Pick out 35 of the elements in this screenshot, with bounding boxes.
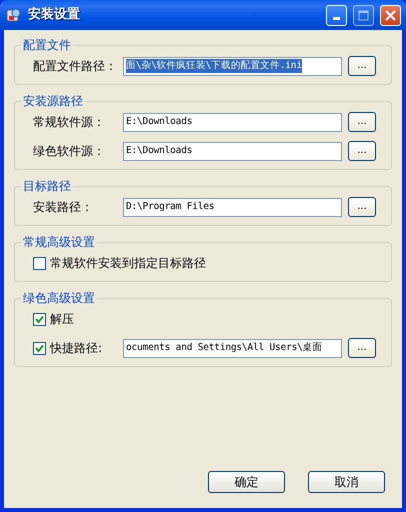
group-title: 常规高级设置 bbox=[21, 235, 97, 249]
path-field[interactable]: D:\Program Files bbox=[123, 198, 342, 216]
checkbox-label: 常规软件安装到指定目标路径 bbox=[50, 255, 206, 272]
app-icon bbox=[6, 7, 22, 23]
checkbox-label: 快捷路径: bbox=[50, 340, 104, 357]
path-field[interactable]: E:\Downloads bbox=[123, 142, 342, 160]
group-title: 安装源路径 bbox=[21, 94, 85, 108]
close-button[interactable] bbox=[380, 4, 401, 26]
minimize-button[interactable] bbox=[326, 4, 347, 26]
browse-button[interactable]: ... bbox=[348, 112, 376, 132]
maximize-button[interactable] bbox=[353, 4, 374, 26]
group-title: 目标路径 bbox=[21, 179, 73, 193]
field-label: 安装路径： bbox=[33, 199, 94, 216]
group-title: 绿色高级设置 bbox=[21, 291, 97, 305]
checkbox-label: 解压 bbox=[50, 311, 74, 328]
path-field[interactable]: 面\杂\软件疯狂装\下载的配置文件.ini bbox=[123, 56, 342, 76]
window-title: 安装设置 bbox=[28, 6, 81, 24]
ok-button[interactable]: 确定 bbox=[208, 471, 285, 493]
minimize-icon bbox=[333, 17, 340, 20]
checkbox[interactable] bbox=[33, 312, 46, 326]
checkbox[interactable] bbox=[33, 342, 46, 354]
maximize-icon bbox=[358, 10, 369, 20]
close-icon bbox=[385, 10, 396, 20]
path-field[interactable]: E:\Downloads bbox=[123, 112, 342, 132]
field-label: 绿色软件源： bbox=[33, 143, 106, 160]
field-label: 常规软件源： bbox=[33, 114, 106, 131]
browse-button[interactable]: ... bbox=[348, 141, 376, 161]
cancel-button[interactable]: 取消 bbox=[308, 471, 385, 493]
browse-button[interactable]: ... bbox=[348, 56, 376, 76]
browse-button[interactable]: ... bbox=[348, 197, 376, 217]
checkbox[interactable] bbox=[33, 256, 46, 270]
path-field[interactable]: ocuments and Settings\All Users\桌面 bbox=[123, 338, 342, 358]
field-label: 配置文件路径： bbox=[33, 58, 118, 75]
group-title: 配置文件 bbox=[21, 38, 73, 52]
browse-button[interactable]: ... bbox=[348, 338, 376, 358]
